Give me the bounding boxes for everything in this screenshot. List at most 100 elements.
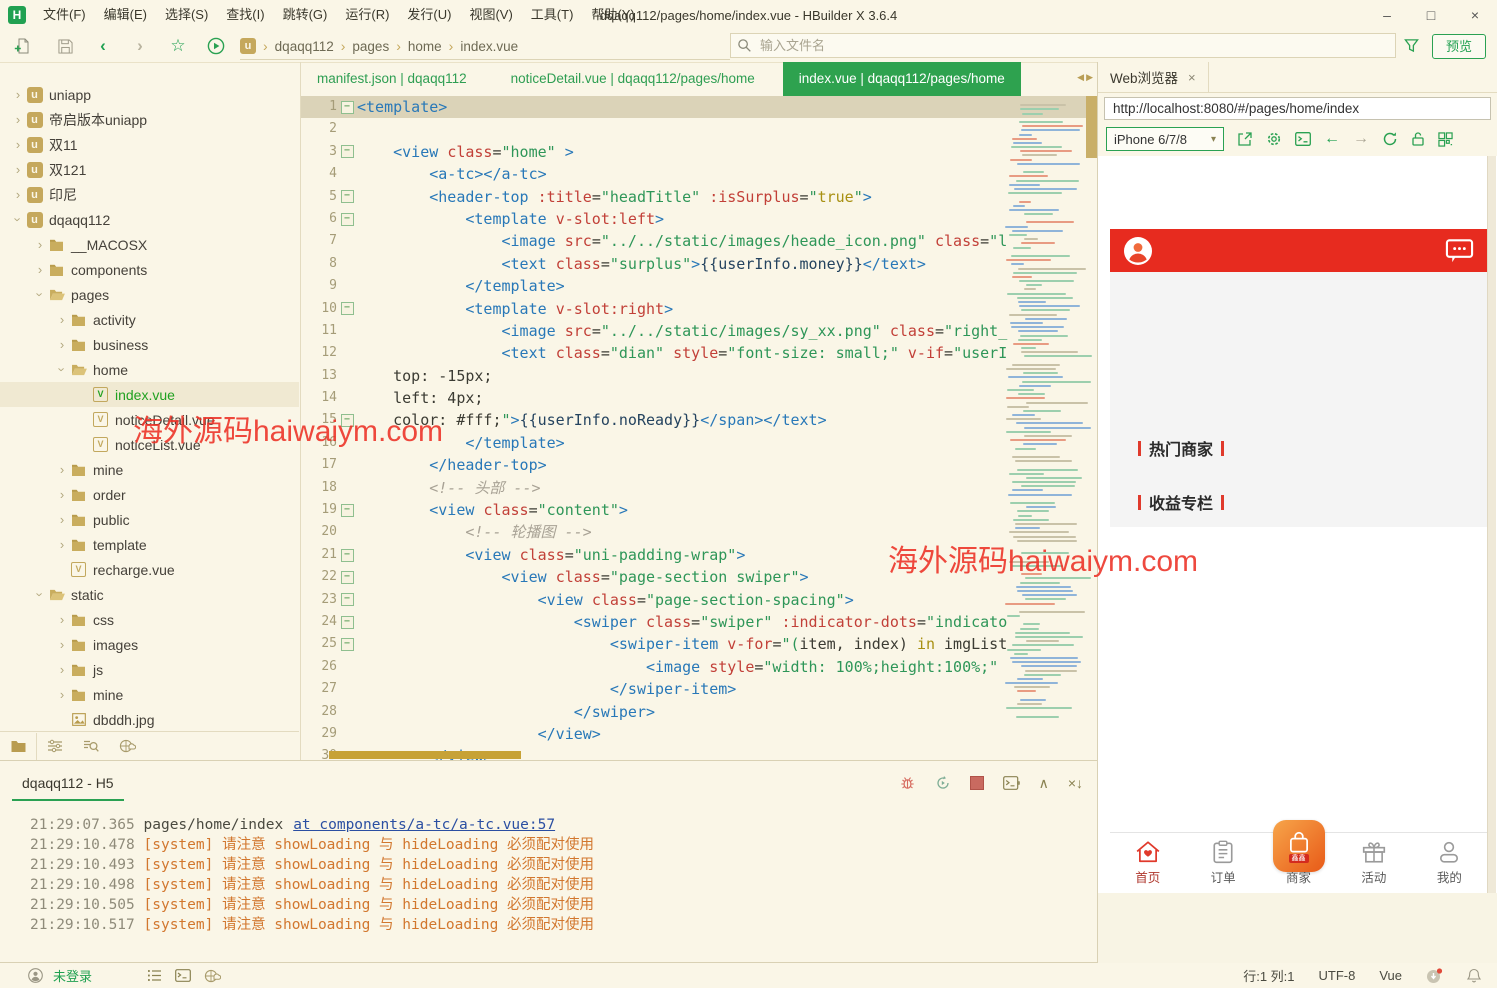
fold-collapse-icon[interactable]: − [341, 101, 354, 114]
device-select[interactable]: iPhone 6/7/8 ▾ [1106, 127, 1224, 151]
tree-item-js[interactable]: ›js [0, 657, 299, 682]
chevron-expanded-icon[interactable]: › [55, 362, 70, 378]
open-external-icon[interactable] [1237, 131, 1253, 147]
tree-item-index.vue[interactable]: Vindex.vue [0, 382, 299, 407]
tree-item-双11[interactable]: ›u双11 [0, 132, 299, 157]
menu-item[interactable]: 运行(R) [336, 0, 398, 30]
menu-item[interactable]: 编辑(E) [95, 0, 156, 30]
fold-collapse-icon[interactable]: − [341, 638, 354, 651]
fold-marker[interactable]: − [337, 544, 357, 566]
collapse-panel-icon[interactable]: ∧ [1039, 776, 1049, 790]
fold-marker[interactable]: − [337, 96, 357, 118]
tree-item-双121[interactable]: ›u双121 [0, 157, 299, 182]
chevron-collapsed-icon[interactable]: › [10, 187, 26, 202]
projects-view-icon[interactable] [0, 733, 37, 760]
message-icon[interactable] [1445, 238, 1474, 264]
unlock-icon[interactable] [1411, 131, 1425, 147]
search-view-icon[interactable] [73, 733, 109, 760]
close-browser-tab-icon[interactable]: × [1188, 70, 1196, 85]
maximize-button[interactable]: □ [1409, 0, 1453, 30]
minimap[interactable] [1005, 100, 1083, 720]
console-tab[interactable]: dqaqq112 - H5 [12, 775, 124, 801]
nav-forward-icon[interactable]: → [1353, 131, 1369, 147]
terminal-status-icon[interactable] [175, 969, 191, 982]
horizontal-scrollbar[interactable] [329, 751, 521, 759]
menu-item[interactable]: 跳转(G) [274, 0, 337, 30]
forward-icon[interactable]: › [130, 37, 150, 55]
tree-item-activity[interactable]: ›activity [0, 307, 299, 332]
fold-marker[interactable]: − [337, 208, 357, 230]
breadcrumb-item[interactable]: home [408, 39, 442, 54]
back-icon[interactable]: ‹ [93, 37, 113, 55]
preview-button[interactable]: 预览 [1432, 34, 1486, 59]
breadcrumb-item[interactable]: index.vue [460, 39, 518, 54]
tree-item-business[interactable]: ›business [0, 332, 299, 357]
tabbar-item-商家[interactable]: 鑫鑫商家 [1261, 833, 1336, 893]
fold-marker[interactable]: − [337, 141, 357, 163]
menu-item[interactable]: 选择(S) [156, 0, 217, 30]
user-account-icon[interactable] [28, 968, 43, 983]
tree-item-pages[interactable]: ›pages [0, 282, 299, 307]
search-input[interactable] [758, 37, 1349, 54]
chevron-collapsed-icon[interactable]: › [54, 487, 70, 502]
fold-collapse-icon[interactable]: − [341, 504, 354, 517]
tree-item-components[interactable]: ›components [0, 257, 299, 282]
tree-item-__macosx[interactable]: ›__MACOSX [0, 232, 299, 257]
fold-collapse-icon[interactable]: − [341, 213, 354, 226]
login-status[interactable]: 未登录 [53, 966, 92, 985]
minimize-button[interactable]: – [1365, 0, 1409, 30]
chevron-collapsed-icon[interactable]: › [54, 687, 70, 702]
close-button[interactable]: × [1453, 0, 1497, 30]
code-area[interactable]: 1−<template>23− <view class="home" >4 <a… [301, 96, 1097, 760]
tree-item-home[interactable]: ›home [0, 357, 299, 382]
run-icon[interactable] [206, 37, 226, 55]
fold-marker[interactable]: − [337, 499, 357, 521]
tree-item-static[interactable]: ›static [0, 582, 299, 607]
chevron-expanded-icon[interactable]: › [11, 212, 26, 228]
clear-console-icon[interactable]: ×↓ [1068, 776, 1083, 790]
editor-tab[interactable]: manifest.json | dqaqq112 [301, 62, 483, 96]
tabbar-item-订单[interactable]: 订单 [1185, 833, 1260, 893]
menu-item[interactable]: 工具(T) [522, 0, 583, 30]
console-open-icon[interactable] [1295, 132, 1311, 146]
fold-collapse-icon[interactable]: − [341, 190, 354, 203]
chevron-collapsed-icon[interactable]: › [10, 112, 26, 127]
fold-collapse-icon[interactable]: − [341, 145, 354, 158]
chevron-collapsed-icon[interactable]: › [54, 637, 70, 652]
chevron-collapsed-icon[interactable]: › [54, 312, 70, 327]
log-source-link[interactable]: at components/a-tc/a-tc.vue:57 [293, 817, 555, 833]
structure-view-icon[interactable] [37, 733, 73, 760]
tree-item-dbddh.jpg[interactable]: dbddh.jpg [0, 707, 299, 732]
stop-icon[interactable] [970, 776, 984, 790]
chevron-collapsed-icon[interactable]: › [32, 262, 48, 277]
tree-item-noticelist.vue[interactable]: VnoticeList.vue [0, 432, 299, 457]
avatar-icon[interactable] [1123, 236, 1153, 266]
save-icon[interactable] [55, 37, 75, 55]
preview-scrollbar[interactable] [1487, 156, 1496, 893]
syntax-mode[interactable]: Vue [1379, 968, 1402, 983]
fold-marker[interactable]: − [337, 633, 357, 655]
tree-item-印尼[interactable]: ›u印尼 [0, 182, 299, 207]
tree-item-images[interactable]: ›images [0, 632, 299, 657]
chevron-collapsed-icon[interactable]: › [54, 662, 70, 677]
remote-view-icon[interactable] [109, 733, 145, 760]
bookmark-star-icon[interactable]: ☆ [168, 37, 188, 55]
nav-back-icon[interactable]: ← [1324, 131, 1340, 147]
tabbar-item-活动[interactable]: 活动 [1336, 833, 1411, 893]
gear-icon[interactable] [1266, 131, 1282, 147]
fold-marker[interactable]: − [337, 589, 357, 611]
breadcrumb-item[interactable]: dqaqq112 [275, 39, 334, 54]
tree-item-css[interactable]: ›css [0, 607, 299, 632]
restart-icon[interactable] [935, 775, 951, 791]
terminal-icon[interactable] [1003, 776, 1020, 790]
encoding-indicator[interactable]: UTF-8 [1319, 968, 1356, 983]
editor-tab[interactable]: noticeDetail.vue | dqaqq112/pages/home [495, 62, 771, 96]
new-file-icon[interactable] [12, 37, 32, 55]
tree-item-mine[interactable]: ›mine [0, 682, 299, 707]
tree-item-帝启版本uniapp[interactable]: ›u帝启版本uniapp [0, 107, 299, 132]
fold-marker[interactable]: − [337, 409, 357, 431]
refresh-icon[interactable] [1382, 131, 1398, 147]
fold-marker[interactable]: − [337, 566, 357, 588]
chevron-collapsed-icon[interactable]: › [54, 462, 70, 477]
notifications-bell-icon[interactable] [1467, 968, 1481, 983]
